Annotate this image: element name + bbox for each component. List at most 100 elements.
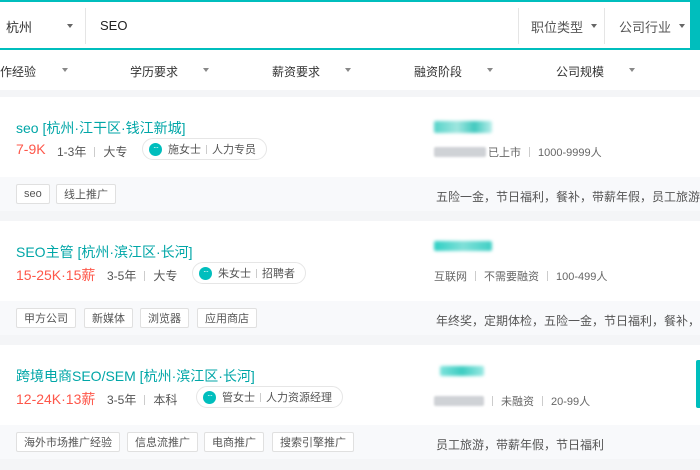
filter-funding[interactable]: 融资阶段 [414, 63, 493, 80]
job-requirements: 3-5年 大专 [107, 267, 177, 284]
chevron-down-icon [487, 68, 493, 72]
industry-dropdown[interactable]: 公司行业 [604, 8, 700, 44]
divider [144, 394, 146, 405]
filter-salary-label: 薪资要求 [272, 65, 321, 79]
job-experience: 1-3年 [57, 145, 87, 159]
job-salary: 15-25K·15薪 [16, 267, 96, 283]
city-selector[interactable]: 杭州 [0, 8, 86, 44]
recruiter-role: 人力专员 [212, 144, 256, 156]
recruiter-name: 管女士 [222, 392, 255, 404]
job-requirements: 3-5年 本科 [107, 391, 177, 408]
job-card[interactable]: SEO主管 [杭州·滨江区·长河] 15-25K·15薪 3-5年 大专 朱女士… [0, 221, 700, 301]
company-meta: 已上市 1000-9999人 [434, 144, 602, 160]
filter-experience[interactable]: 作经验 [0, 63, 68, 80]
company-industry-blurred [434, 147, 486, 157]
city-label: 杭州 [6, 19, 33, 35]
filter-education[interactable]: 学历要求 [130, 63, 209, 80]
chevron-down-icon [591, 24, 598, 28]
chevron-down-icon [679, 24, 686, 28]
job-education: 本科 [153, 393, 178, 407]
company-size: 100-499人 [556, 271, 608, 283]
skill-tag: seo [16, 184, 50, 204]
skill-tag: 信息流推广 [127, 432, 198, 452]
chevron-down-icon [629, 68, 635, 72]
jobtype-dropdown[interactable]: 职位类型 [518, 8, 604, 44]
chevron-down-icon [203, 68, 209, 72]
filter-funding-label: 融资阶段 [414, 65, 463, 79]
industry-label: 公司行业 [619, 19, 672, 35]
divider [529, 147, 530, 157]
skill-tag: 线上推广 [56, 184, 116, 204]
company-benefits: 员工旅游，带薪年假，节日福利 [436, 438, 605, 452]
recruiter-name: 朱女士 [218, 268, 251, 280]
filter-row: 作经验 学历要求 薪资要求 融资阶段 公司规模 [0, 50, 700, 90]
filter-education-label: 学历要求 [130, 65, 179, 79]
job-experience: 3-5年 [107, 269, 137, 283]
job-title[interactable]: SEO主管 [杭州·滨江区·长河] [16, 242, 193, 262]
divider [492, 396, 493, 406]
job-card[interactable]: 跨境电商SEO/SEM [杭州·滨江区·长河] 12-24K·13薪 3-5年 … [0, 345, 700, 425]
job-salary: 12-24K·13薪 [16, 391, 96, 407]
filter-company-size-label: 公司规模 [556, 65, 605, 79]
recruiter-name: 施女士 [168, 144, 201, 156]
divider [206, 144, 207, 154]
skill-tag: 应用商店 [197, 308, 257, 328]
company-meta: 互联网 不需要融资 100-499人 [434, 268, 607, 284]
company-industry-blurred [434, 396, 484, 406]
divider [94, 146, 96, 157]
recruiter-role: 招聘者 [262, 268, 295, 280]
side-panel-edge[interactable] [696, 360, 700, 408]
job-requirements: 1-3年 大专 [57, 143, 127, 160]
filter-experience-label: 作经验 [0, 65, 37, 79]
company-benefits: 年终奖，定期体检，五险一金，节日福利，餐补，员 [436, 314, 700, 328]
chevron-down-icon [345, 68, 351, 72]
company-logo-name[interactable] [434, 241, 492, 251]
recruiter-chip[interactable]: 施女士 人力专员 [142, 138, 267, 160]
job-card-footer: 甲方公司 新媒体 浏览器 应用商店 年终奖，定期体检，五险一金，节日福利，餐补，… [0, 301, 700, 335]
company-logo-name[interactable] [434, 121, 492, 133]
company-stage: 未融资 [501, 396, 534, 408]
company-meta: 未融资 20-99人 [434, 393, 590, 409]
job-salary: 7-9K [16, 141, 46, 157]
search-input[interactable]: SEO [100, 18, 127, 33]
skill-tag: 海外市场推广经验 [16, 432, 120, 452]
recruiter-role: 人力资源经理 [266, 392, 332, 404]
job-search-page: 杭州 SEO 职位类型 公司行业 作经验 学历要求 薪资要求 融资阶段 公司规模… [0, 0, 700, 470]
divider [256, 268, 257, 278]
company-stage: 不需要融资 [484, 271, 539, 283]
skill-tag: 搜索引擎推广 [272, 432, 354, 452]
company-benefits: 五险一金，节日福利，餐补，带薪年假，员工旅游， [436, 190, 700, 204]
filter-salary[interactable]: 薪资要求 [272, 63, 351, 80]
skill-tag: 新媒体 [84, 308, 133, 328]
company-logo-name[interactable] [440, 366, 484, 376]
skill-tag: 浏览器 [140, 308, 189, 328]
company-industry: 互联网 [434, 271, 467, 283]
skill-tag: 电商推广 [204, 432, 264, 452]
chat-icon [149, 142, 162, 156]
divider [547, 271, 548, 281]
job-card[interactable]: seo [杭州·江干区·钱江新城] 7-9K 1-3年 大专 施女士 人力专员 … [0, 97, 700, 177]
company-stage: 已上市 [488, 147, 521, 159]
divider [475, 271, 476, 281]
filter-company-size[interactable]: 公司规模 [556, 63, 635, 80]
recruiter-chip[interactable]: 管女士 人力资源经理 [196, 386, 343, 408]
job-card-footer: 海外市场推广经验 信息流推广 电商推广 搜索引擎推广 员工旅游，带薪年假，节日福… [0, 425, 700, 459]
company-size: 20-99人 [551, 396, 591, 408]
job-education: 大专 [103, 145, 128, 159]
job-title[interactable]: seo [杭州·江干区·钱江新城] [16, 118, 186, 138]
jobtype-label: 职位类型 [531, 19, 584, 35]
recruiter-chip[interactable]: 朱女士 招聘者 [192, 262, 306, 284]
job-title[interactable]: 跨境电商SEO/SEM [杭州·滨江区·长河] [16, 366, 255, 386]
chat-icon [199, 266, 212, 280]
job-card-footer: seo 线上推广 五险一金，节日福利，餐补，带薪年假，员工旅游， [0, 177, 700, 211]
divider [542, 396, 543, 406]
chevron-down-icon [67, 24, 73, 28]
skill-tag: 甲方公司 [16, 308, 76, 328]
search-bar: 杭州 SEO 职位类型 公司行业 [0, 0, 700, 50]
chat-icon [203, 390, 216, 404]
chevron-down-icon [62, 68, 68, 72]
job-experience: 3-5年 [107, 393, 137, 407]
divider [260, 392, 261, 402]
job-education: 大专 [153, 269, 178, 283]
search-button[interactable] [690, 2, 698, 48]
